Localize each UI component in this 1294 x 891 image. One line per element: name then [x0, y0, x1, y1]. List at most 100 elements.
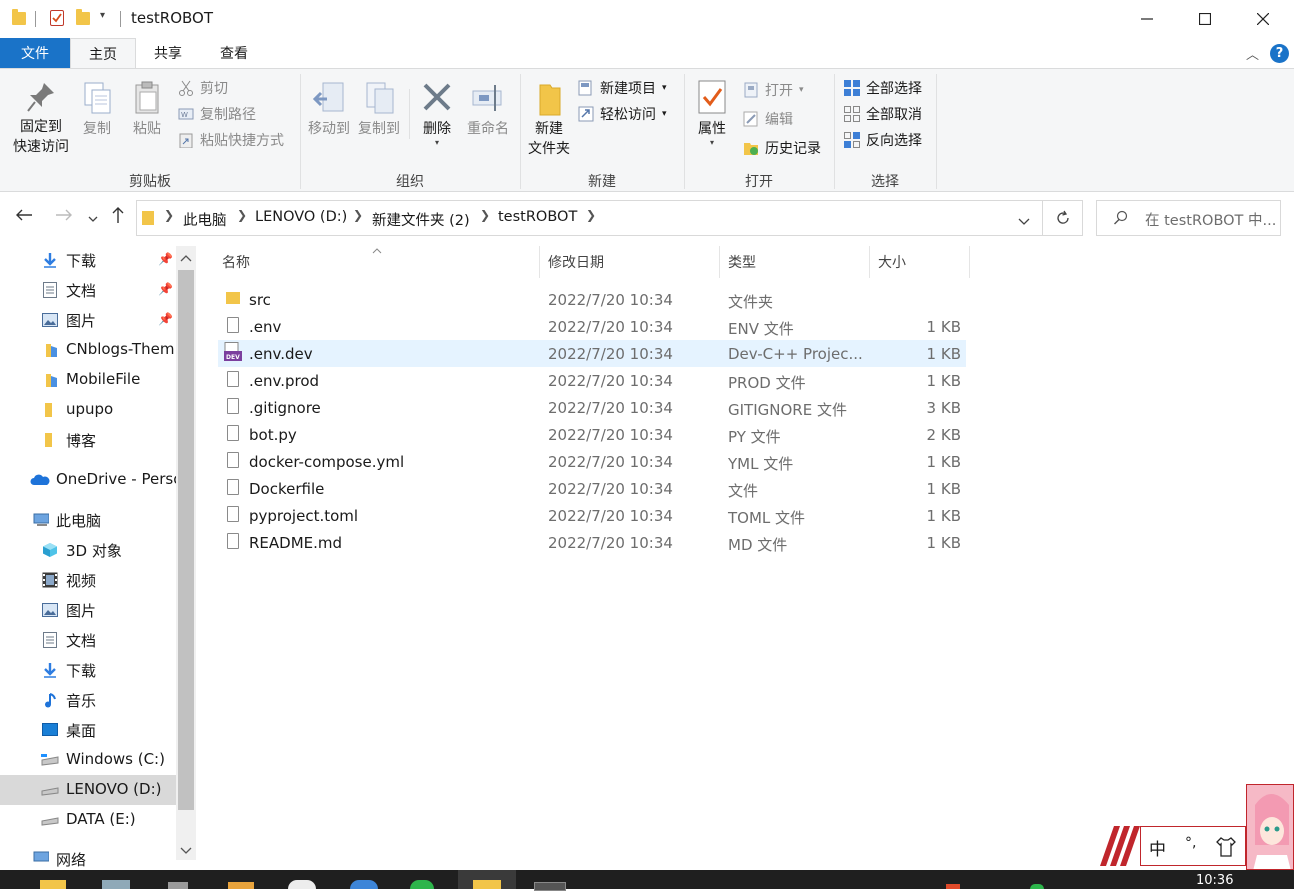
breadcrumb-this-pc[interactable]: 此电脑 [183, 209, 227, 230]
terminal-icon[interactable] [534, 882, 566, 891]
sticky-notes-icon[interactable] [40, 880, 66, 889]
rename-button[interactable]: 重命名 [462, 81, 514, 139]
properties-button[interactable]: 属性 ▾ [688, 79, 736, 147]
recent-locations-button[interactable] [88, 211, 98, 227]
file-row[interactable]: README.md 2022/7/20 10:34 MD 文件 1 KB [218, 529, 966, 556]
nav-item-downloads-pinned[interactable]: 下载 📌 [0, 245, 176, 275]
file-row[interactable]: .env.prod 2022/7/20 10:34 PROD 文件 1 KB [218, 367, 966, 394]
file-row[interactable]: docker-compose.yml 2022/7/20 10:34 YML 文… [218, 448, 966, 475]
edit-button[interactable]: 编辑 [743, 108, 793, 130]
taskbar-app-icon[interactable] [102, 880, 130, 889]
column-divider[interactable] [719, 246, 720, 278]
move-to-button[interactable]: 移动到 [304, 81, 354, 139]
nav-item-drive-e[interactable]: DATA (E:) [0, 805, 176, 835]
file-row-selected[interactable]: DEV .env.dev 2022/7/20 10:34 Dev-C++ Pro… [218, 340, 966, 367]
nav-item-cnblogs[interactable]: CNblogs-Them [0, 335, 176, 365]
delete-button[interactable]: 删除 ▾ [414, 81, 460, 147]
maximize-button[interactable] [1176, 0, 1234, 38]
nav-item-documents[interactable]: 文档 [0, 625, 176, 655]
file-row[interactable]: .gitignore 2022/7/20 10:34 GITIGNORE 文件 … [218, 394, 966, 421]
nav-item-this-pc[interactable]: 此电脑 [0, 505, 176, 535]
address-history-button[interactable] [1018, 214, 1030, 230]
copy-button[interactable]: 复制 [76, 81, 118, 139]
clock[interactable]: 10:36 [1196, 873, 1233, 889]
new-item-button[interactable]: 新建项目 ▾ [578, 77, 667, 99]
forward-button[interactable] [52, 206, 76, 227]
nav-item-drive-c[interactable]: Windows (C:) [0, 745, 176, 775]
chevron-right-icon[interactable]: ❯ [164, 208, 174, 222]
chrome-icon[interactable] [288, 880, 316, 889]
nav-item-pictures-pinned[interactable]: 图片 📌 [0, 305, 176, 335]
select-none-button[interactable]: 全部取消 [844, 103, 922, 125]
tray-wechat-icon[interactable] [1030, 884, 1044, 889]
minimize-button[interactable] [1118, 0, 1176, 38]
select-all-button[interactable]: 全部选择 [844, 77, 922, 99]
column-divider[interactable] [869, 246, 870, 278]
file-row[interactable]: Dockerfile 2022/7/20 10:34 文件 1 KB [218, 475, 966, 502]
scrollbar-thumb[interactable] [178, 270, 194, 810]
paste-button[interactable]: 粘贴 [126, 81, 168, 139]
pin-icon[interactable]: 📌 [158, 282, 173, 296]
file-row[interactable]: pyproject.toml 2022/7/20 10:34 TOML 文件 1… [218, 502, 966, 529]
refresh-button[interactable] [1043, 200, 1083, 236]
pin-icon[interactable]: 📌 [158, 252, 173, 266]
back-button[interactable] [12, 206, 36, 227]
tab-share[interactable]: 共享 [140, 38, 196, 68]
breadcrumb-lenovo[interactable]: LENOVO (D:) [255, 209, 347, 225]
properties-quick-icon[interactable] [50, 10, 64, 26]
nav-item-music[interactable]: 音乐 [0, 685, 176, 715]
chevron-right-icon[interactable]: ❯ [480, 208, 490, 222]
column-header-name[interactable]: 名称 [222, 252, 250, 272]
tab-file[interactable]: 文件 [0, 38, 70, 68]
copy-to-button[interactable]: 复制到 [354, 81, 404, 139]
scroll-down-icon[interactable] [180, 843, 192, 859]
column-header-date[interactable]: 修改日期 [548, 252, 604, 272]
close-button[interactable] [1234, 0, 1292, 38]
pin-to-quick-access-button[interactable]: 固定到 快速访问 [6, 81, 76, 157]
nav-item-downloads[interactable]: 下载 [0, 655, 176, 685]
help-icon[interactable]: ? [1270, 44, 1289, 63]
file-row[interactable]: bot.py 2022/7/20 10:34 PY 文件 2 KB [218, 421, 966, 448]
search-box[interactable]: 在 testROBOT 中... [1096, 200, 1281, 236]
taskbar-app-icon[interactable] [168, 882, 188, 889]
column-header-type[interactable]: 类型 [728, 252, 756, 272]
nav-item-upupo[interactable]: upupo [0, 395, 176, 425]
breadcrumb-testrobot[interactable]: testROBOT [498, 209, 577, 225]
file-explorer-taskbar-button[interactable] [458, 870, 516, 889]
history-button[interactable]: 历史记录 [743, 137, 821, 159]
nav-item-blog[interactable]: 博客 [0, 425, 176, 455]
column-divider[interactable] [539, 246, 540, 278]
punctuation-icon[interactable]: °, [1185, 835, 1196, 851]
tab-view[interactable]: 查看 [204, 38, 264, 68]
easy-access-button[interactable]: 轻松访问 ▾ [578, 103, 667, 125]
ime-mode-toggle[interactable]: 中 [1149, 835, 1166, 860]
new-folder-quick-icon[interactable] [76, 9, 90, 25]
nav-item-documents-pinned[interactable]: 文档 📌 [0, 275, 176, 305]
nav-item-videos[interactable]: 视频 [0, 565, 176, 595]
chevron-right-icon[interactable]: ❯ [353, 208, 363, 222]
cut-button[interactable]: 剪切 [178, 77, 228, 99]
pin-icon[interactable]: 📌 [158, 312, 173, 326]
nav-item-desktop[interactable]: 桌面 [0, 715, 176, 745]
breadcrumb-new-folder-2[interactable]: 新建文件夹 (2) [372, 209, 470, 230]
customize-quick-access-icon[interactable]: ▾ [100, 10, 105, 21]
nav-item-network[interactable]: 网络 [0, 845, 176, 870]
tab-home[interactable]: 主页 [70, 38, 136, 68]
nav-item-drive-d[interactable]: LENOVO (D:) [0, 775, 176, 805]
chevron-right-icon[interactable]: ❯ [237, 208, 247, 222]
browser-icon[interactable] [350, 880, 378, 889]
nav-item-onedrive[interactable]: OneDrive - Perso [0, 465, 176, 495]
properties-dropdown-icon[interactable]: ▾ [688, 139, 736, 147]
scroll-up-icon[interactable] [180, 250, 192, 266]
chevron-right-icon[interactable]: ❯ [586, 208, 596, 222]
nav-item-mobilefile[interactable]: MobileFile [0, 365, 176, 395]
wechat-icon[interactable] [410, 880, 434, 889]
nav-item-3d-objects[interactable]: 3D 对象 [0, 535, 176, 565]
column-header-size[interactable]: 大小 [878, 252, 906, 272]
copy-path-button[interactable]: W 复制路径 [178, 103, 256, 125]
open-button[interactable]: 打开 ▾ [743, 79, 804, 101]
file-row[interactable]: src 2022/7/20 10:34 文件夹 [218, 286, 966, 313]
ime-mascot-avatar[interactable] [1246, 784, 1294, 870]
tray-icon[interactable] [946, 884, 960, 889]
nav-item-pictures[interactable]: 图片 [0, 595, 176, 625]
